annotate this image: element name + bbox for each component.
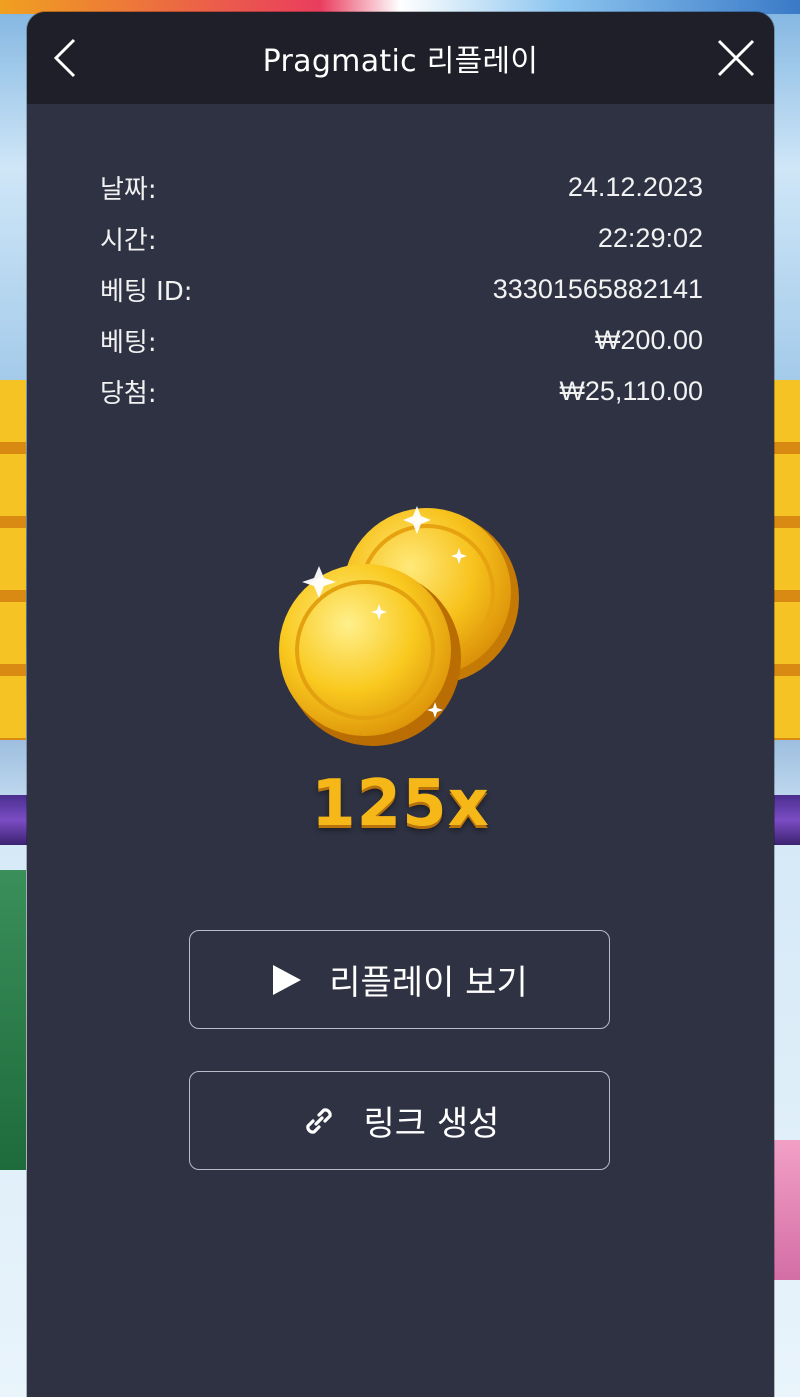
- gold-coins-icon: [279, 506, 519, 746]
- info-label: 베팅 ID:: [100, 277, 193, 307]
- bet-info-list: 날짜: 24.12.2023 시간: 22:29:02 베팅 ID: 33301…: [100, 162, 703, 417]
- modal-header: Pragmatic 리플레이: [27, 12, 774, 104]
- close-icon: [717, 39, 755, 77]
- close-button[interactable]: [712, 34, 760, 82]
- info-row-bet: 베팅: ₩200.00: [100, 315, 703, 366]
- play-icon: [271, 963, 303, 997]
- watch-replay-label: 리플레이 보기: [329, 963, 528, 1003]
- background-reel-left: [0, 380, 26, 740]
- info-row-bet-id: 베팅 ID: 33301565882141: [100, 264, 703, 315]
- replay-modal: Pragmatic 리플레이 날짜: 24.12.2023 시간: 22:29:…: [27, 12, 774, 1397]
- info-label: 베팅:: [100, 328, 157, 358]
- info-label: 시간:: [100, 226, 157, 256]
- info-row-date: 날짜: 24.12.2023: [100, 162, 703, 213]
- background-tree: [0, 870, 26, 1170]
- info-value: ₩25,110.00: [559, 376, 703, 406]
- link-icon: [300, 1102, 338, 1140]
- info-label: 당첨:: [100, 379, 157, 409]
- chevron-left-icon: [53, 38, 76, 78]
- info-row-win: 당첨: ₩25,110.00: [100, 366, 703, 417]
- watch-replay-button[interactable]: 리플레이 보기: [189, 930, 610, 1029]
- background-decoration: [774, 1140, 800, 1280]
- info-value: 22:29:02: [597, 223, 703, 253]
- background-reel-right: [774, 380, 800, 740]
- info-value: 24.12.2023: [567, 172, 703, 202]
- info-label: 날짜:: [100, 175, 157, 205]
- info-value: ₩200.00: [594, 325, 703, 355]
- create-link-label: 링크 생성: [363, 1104, 500, 1144]
- win-multiplier: 125x: [311, 767, 490, 841]
- back-button[interactable]: [41, 34, 89, 82]
- create-link-button[interactable]: 링크 생성: [189, 1071, 610, 1170]
- info-value: 33301565882141: [492, 274, 703, 304]
- info-row-time: 시간: 22:29:02: [100, 213, 703, 264]
- modal-title: Pragmatic 리플레이: [262, 44, 539, 79]
